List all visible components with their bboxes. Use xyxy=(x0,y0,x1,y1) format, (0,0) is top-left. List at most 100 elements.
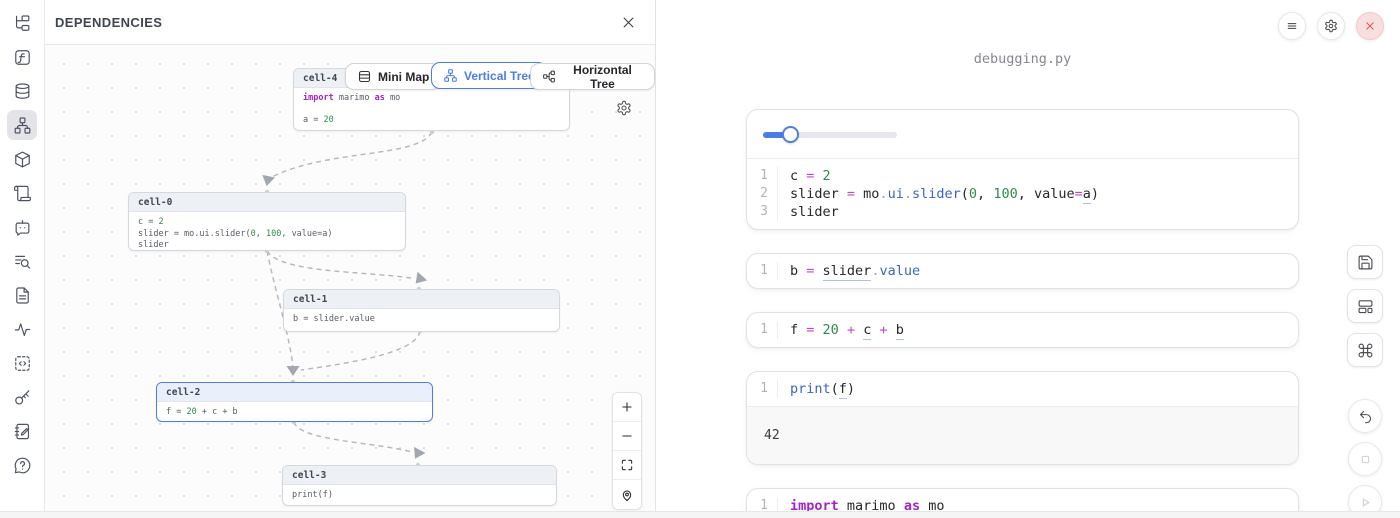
graph-node-cell-3[interactable]: cell-3 print(f) xyxy=(282,465,557,506)
vertical-tree-icon xyxy=(443,68,458,83)
cell-code[interactable]: print(f) xyxy=(778,380,855,398)
notebook-cell-2: 1 f = 20 + c + b xyxy=(746,312,1299,348)
close-panel-button[interactable] xyxy=(620,15,636,31)
button-label: Mini Map xyxy=(378,70,429,84)
cell-editor[interactable]: 1 f = 20 + c + b xyxy=(747,313,1298,347)
cell-editor[interactable]: 123 c = 2slider = mo.ui.slider(0, 100, v… xyxy=(747,159,1298,229)
graph-view-horizontal-tree-button[interactable]: Horizontal Tree xyxy=(530,63,655,90)
sidebar-item-snippets[interactable] xyxy=(7,348,37,378)
sidebar-item-logs[interactable] xyxy=(7,246,37,276)
button-label: Vertical Tree xyxy=(464,69,535,83)
notebook-cell-1: 1 b = slider.value xyxy=(746,253,1299,289)
line-numbers: 1 xyxy=(747,321,778,339)
locate-icon xyxy=(620,488,634,502)
cell-output-text: 42 xyxy=(747,406,1298,464)
line-numbers: 1 xyxy=(747,262,778,280)
scratchpad-icon xyxy=(13,422,32,441)
sidebar-item-packages[interactable] xyxy=(7,144,37,174)
dependencies-panel: DEPENDENCIES cell-4 import marimo as moa… xyxy=(45,0,656,518)
horizontal-tree-icon xyxy=(542,69,556,84)
cell-editor[interactable]: 1 b = slider.value xyxy=(747,254,1298,288)
fullscreen-button[interactable] xyxy=(613,451,641,480)
layout-icon xyxy=(1357,298,1374,315)
sidebar-item-chat[interactable] xyxy=(7,212,37,242)
undo-button[interactable] xyxy=(1348,399,1382,433)
notebook-cell-3: 1 print(f) 42 xyxy=(746,371,1299,465)
notebook-main: debugging.py 123 c = 2slider = mo.ui.sli… xyxy=(656,0,1400,518)
sidebar-item-tracing[interactable] xyxy=(7,314,37,344)
notebook-side-actions xyxy=(1347,245,1383,518)
shutdown-button[interactable] xyxy=(1356,12,1384,40)
edge-cell-0-cell-1 xyxy=(267,251,411,278)
zoom-out-button[interactable] xyxy=(613,422,641,451)
gear-icon xyxy=(616,100,632,116)
graph-node-title: cell-2 xyxy=(157,383,432,402)
notebook-cell-0: 123 c = 2slider = mo.ui.slider(0, 100, v… xyxy=(746,109,1299,230)
help-icon xyxy=(13,456,32,475)
logs-icon xyxy=(13,252,32,271)
notebook-header-actions xyxy=(1278,12,1384,40)
layout-button[interactable] xyxy=(1347,289,1383,323)
notebook-cells: 123 c = 2slider = mo.ui.slider(0, 100, v… xyxy=(746,109,1299,518)
sidebar-item-documentation[interactable] xyxy=(7,178,37,208)
graph-node-code: b = slider.value xyxy=(284,309,559,331)
line-numbers: 123 xyxy=(747,167,778,221)
datasources-icon xyxy=(13,82,32,101)
marimo-app: DEPENDENCIES cell-4 import marimo as moa… xyxy=(0,0,1400,518)
command-button[interactable] xyxy=(1347,333,1383,367)
button-label: Horizontal Tree xyxy=(562,63,643,91)
graph-node-code: import marimo as moa = 20 xyxy=(294,88,569,131)
sidebar-item-file-tree[interactable] xyxy=(7,8,37,38)
sidebar-item-secrets[interactable] xyxy=(7,382,37,412)
zoom-out-icon xyxy=(620,429,634,443)
cell-editor[interactable]: 1 print(f) xyxy=(747,372,1298,406)
stop-icon xyxy=(1358,452,1373,467)
graph-node-cell-1[interactable]: cell-1 b = slider.value xyxy=(283,289,560,332)
menu-button[interactable] xyxy=(1278,12,1306,40)
locate-button[interactable] xyxy=(613,480,641,509)
graph-node-code: print(f) xyxy=(283,485,556,506)
command-icon xyxy=(1357,342,1374,359)
graph-zoom-controls xyxy=(612,392,642,510)
sidebar-item-document[interactable] xyxy=(7,280,37,310)
cell-code[interactable]: b = slider.value xyxy=(778,262,920,280)
helper-sidebar xyxy=(0,0,45,518)
cell-code[interactable]: f = 20 + c + b xyxy=(778,321,904,339)
graph-view-mini-map-button[interactable]: Mini Map xyxy=(345,63,441,90)
slider-thumb[interactable] xyxy=(782,126,799,143)
cell-code[interactable]: c = 2slider = mo.ui.slider(0, 100, value… xyxy=(778,167,1099,221)
edge-cell-4-cell-0 xyxy=(272,132,432,177)
sidebar-item-help[interactable] xyxy=(7,450,37,480)
cell-output-slider xyxy=(747,110,1298,159)
graph-node-title: cell-1 xyxy=(284,290,559,309)
snippets-icon xyxy=(13,354,32,373)
chat-icon xyxy=(13,218,32,237)
undo-icon xyxy=(1358,409,1373,424)
menu-icon xyxy=(1285,19,1299,33)
dependency-graph-canvas[interactable]: cell-4 import marimo as moa = 20 cell-0 … xyxy=(45,45,655,518)
gear-button[interactable] xyxy=(1317,12,1345,40)
filename: debugging.py xyxy=(746,51,1299,67)
minimap-icon xyxy=(357,69,372,84)
panel-title: DEPENDENCIES xyxy=(55,15,162,30)
graph-node-code: f = 20 + c + b xyxy=(157,402,432,422)
variables-icon xyxy=(13,48,32,67)
stop-button[interactable] xyxy=(1348,442,1382,476)
sidebar-item-datasources[interactable] xyxy=(7,76,37,106)
sidebar-item-dependencies[interactable] xyxy=(7,110,37,140)
save-icon xyxy=(1357,254,1374,271)
sidebar-item-variables[interactable] xyxy=(7,42,37,72)
dependencies-panel-header: DEPENDENCIES xyxy=(45,0,655,45)
line-numbers: 1 xyxy=(747,380,778,398)
gear-icon xyxy=(1324,19,1338,33)
packages-icon xyxy=(13,150,32,169)
sidebar-item-scratchpad[interactable] xyxy=(7,416,37,446)
edge-cell-1-cell-2 xyxy=(301,331,420,370)
graph-node-cell-2[interactable]: cell-2 f = 20 + c + b xyxy=(156,382,433,422)
graph-settings-button[interactable] xyxy=(615,100,633,118)
save-button[interactable] xyxy=(1347,245,1383,279)
zoom-in-button[interactable] xyxy=(613,393,641,422)
graph-node-cell-0[interactable]: cell-0 c = 2slider = mo.ui.slider(0, 100… xyxy=(128,192,406,251)
status-bar xyxy=(0,511,1400,518)
slider-widget[interactable] xyxy=(763,126,897,143)
